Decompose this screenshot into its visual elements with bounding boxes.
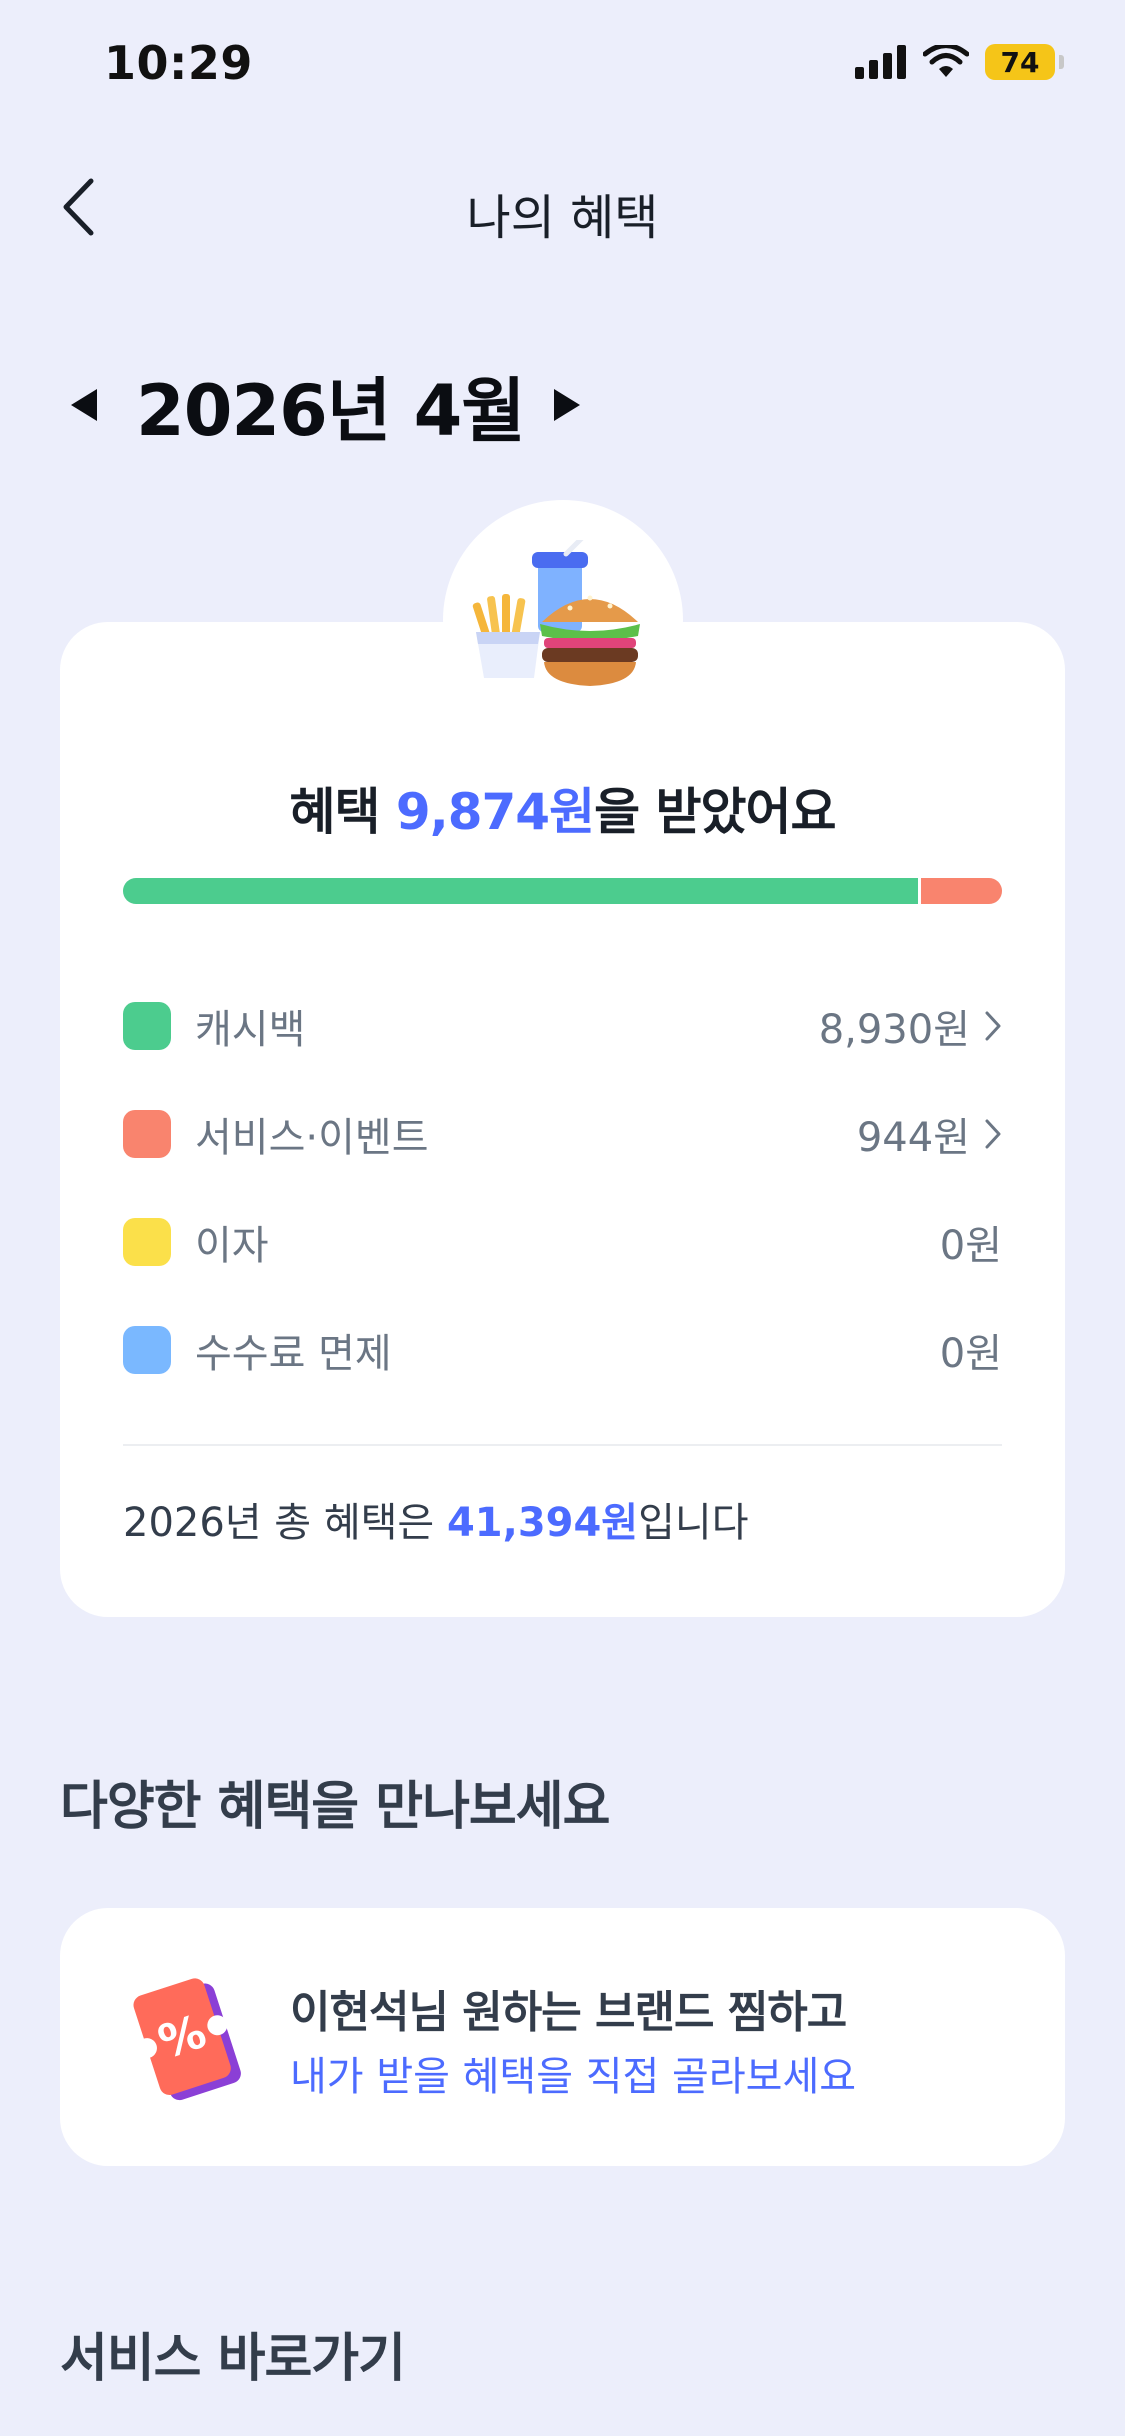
signal-icon: [855, 45, 906, 79]
promo-subtitle: 내가 받을 혜택을 직접 골라보세요: [290, 2054, 857, 2100]
benefit-label: 수수료 면제: [195, 1331, 392, 1377]
benefit-value-wrap: 8,930원: [819, 997, 1002, 1055]
chevron-right-icon: [985, 1011, 1001, 1041]
next-month-button[interactable]: [545, 375, 589, 435]
battery-indicator: 74: [985, 44, 1064, 80]
benefit-label: 캐시백: [195, 1007, 306, 1053]
section-title-shortcuts: 서비스 바로가기: [60, 2329, 406, 2389]
benefit-value-wrap: 0원: [940, 1213, 1002, 1271]
caret-left-icon: [71, 389, 97, 421]
benefit-label: 서비스·이벤트: [195, 1115, 429, 1161]
brand-promo-card[interactable]: % 이현석님 원하는 브랜드 찜하고 내가 받을 혜택을 직접 골라보세요: [60, 1908, 1065, 2166]
benefit-label: 이자: [195, 1223, 269, 1269]
wifi-icon: [923, 45, 969, 77]
prev-month-button[interactable]: [62, 375, 106, 435]
coupon-icon: %: [133, 1978, 241, 2101]
headline-amount: 9,874원: [395, 783, 595, 841]
progress-segment: [921, 878, 1002, 904]
benefit-breakdown-list: 캐시백 8,930원 서비스·이벤트 944원 이자 0원 수수료 면제 0원: [123, 972, 1002, 1404]
caret-right-icon: [553, 389, 580, 421]
total-suffix: 입니다: [638, 1500, 749, 1546]
promo-title: 이현석님 원하는 브랜드 찜하고: [290, 1987, 847, 2038]
status-icons: 74: [855, 44, 1064, 80]
benefit-value: 8,930원: [818, 1007, 970, 1053]
total-prefix: 2026년 총 혜택은: [123, 1500, 447, 1546]
total-amount: 41,394원: [446, 1500, 639, 1546]
progress-segment: [123, 878, 918, 904]
benefit-value: 0원: [939, 1223, 1002, 1269]
benefit-row[interactable]: 서비스·이벤트 944원: [123, 1080, 1002, 1188]
benefit-value-wrap: 944원: [857, 1105, 1002, 1163]
benefit-progress-bar: [123, 878, 1002, 904]
divider: [123, 1444, 1002, 1446]
benefit-headline: 혜택 9,874원을 받았어요: [60, 772, 1065, 844]
color-swatch: [123, 1218, 171, 1266]
benefit-value: 944원: [856, 1115, 970, 1161]
page-title: 나의 혜택: [466, 190, 659, 246]
benefit-value-wrap: 0원: [940, 1321, 1002, 1379]
benefit-row[interactable]: 캐시백 8,930원: [123, 972, 1002, 1080]
section-title-benefits: 다양한 혜택을 만나보세요: [60, 1777, 610, 1837]
month-selector: 2026년 4월: [62, 362, 589, 452]
month-label: 2026년 4월: [136, 369, 526, 452]
benefit-row: 수수료 면제 0원: [123, 1296, 1002, 1404]
battery-cap: [1059, 55, 1064, 69]
status-bar: 10:29 74: [0, 0, 1125, 128]
color-swatch: [123, 1326, 171, 1374]
headline-prefix: 혜택: [289, 783, 396, 841]
color-swatch: [123, 1002, 171, 1050]
yearly-total: 2026년 총 혜택은 41,394원입니다: [123, 1490, 749, 1548]
burger-fries-icon: [472, 540, 640, 686]
headline-suffix: 을 받았어요: [594, 783, 836, 841]
color-swatch: [123, 1110, 171, 1158]
benefit-value: 0원: [939, 1331, 1002, 1377]
benefit-row: 이자 0원: [123, 1188, 1002, 1296]
status-time: 10:29: [104, 36, 253, 90]
chevron-right-icon: [985, 1119, 1001, 1149]
battery-level: 74: [1000, 45, 1040, 79]
